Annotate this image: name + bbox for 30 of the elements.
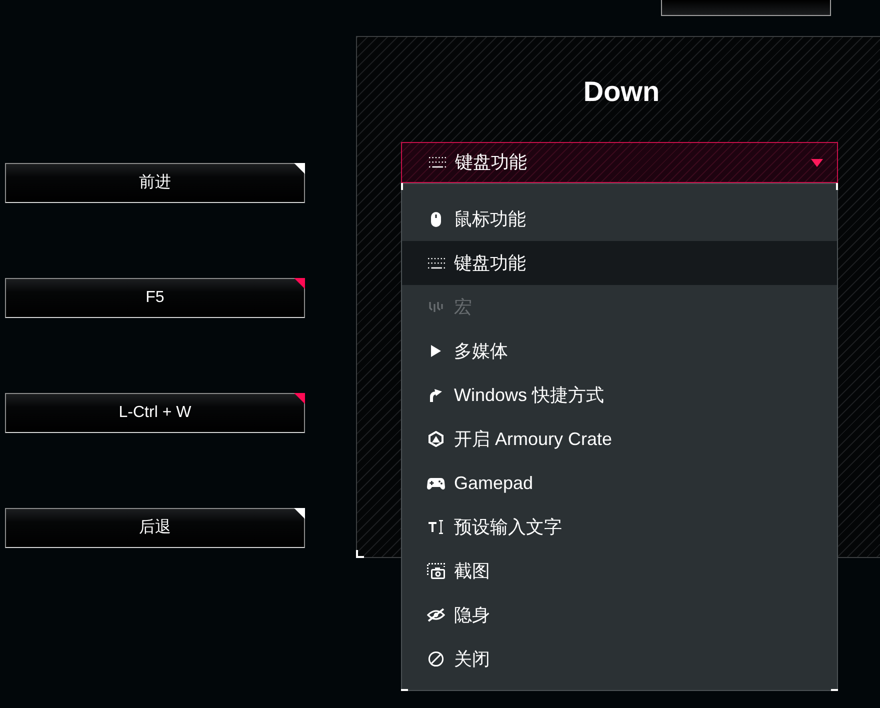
caret-icon — [811, 158, 823, 166]
menu-item[interactable]: 关闭 — [402, 637, 837, 681]
menu-item[interactable]: 键盘功能 — [402, 241, 837, 285]
key-binding-button[interactable]: 前进 — [5, 163, 305, 203]
camera-frame-icon — [427, 563, 445, 579]
hexagon-icon — [428, 431, 444, 447]
gamepad-icon — [427, 476, 445, 490]
keyboard-icon — [428, 258, 444, 268]
keyboard-icon — [428, 157, 446, 168]
menu-item[interactable]: 鼠标功能 — [402, 197, 837, 241]
eye-slash-icon — [427, 608, 445, 622]
mouse-icon — [431, 212, 441, 226]
text-cursor-icon — [428, 520, 444, 534]
menu-item[interactable]: 隐身 — [402, 593, 837, 637]
menu-item[interactable]: 开启 Armoury Crate — [402, 417, 837, 461]
key-binding-button[interactable]: F5 — [5, 278, 305, 318]
menu-item[interactable]: Windows 快捷方式 — [402, 373, 837, 417]
circle-slash-icon — [428, 651, 444, 667]
menu-item[interactable]: 多媒体 — [402, 329, 837, 373]
curved-arrow-icon — [430, 388, 442, 402]
key-binding-button[interactable]: L-Ctrl + W — [5, 393, 305, 433]
zigzag-lines-icon — [429, 301, 443, 313]
play-icon — [431, 345, 441, 357]
dropdown-select[interactable]: 键盘功能 — [401, 142, 838, 183]
panel-title: Down — [583, 77, 660, 107]
top-button[interactable] — [661, 0, 831, 16]
menu-item[interactable]: 截图 — [402, 549, 837, 593]
menu-item[interactable]: 预设输入文字 — [402, 505, 837, 549]
key-binding-button[interactable]: 后退 — [5, 508, 305, 548]
menu-item[interactable]: Gamepad — [402, 461, 837, 505]
